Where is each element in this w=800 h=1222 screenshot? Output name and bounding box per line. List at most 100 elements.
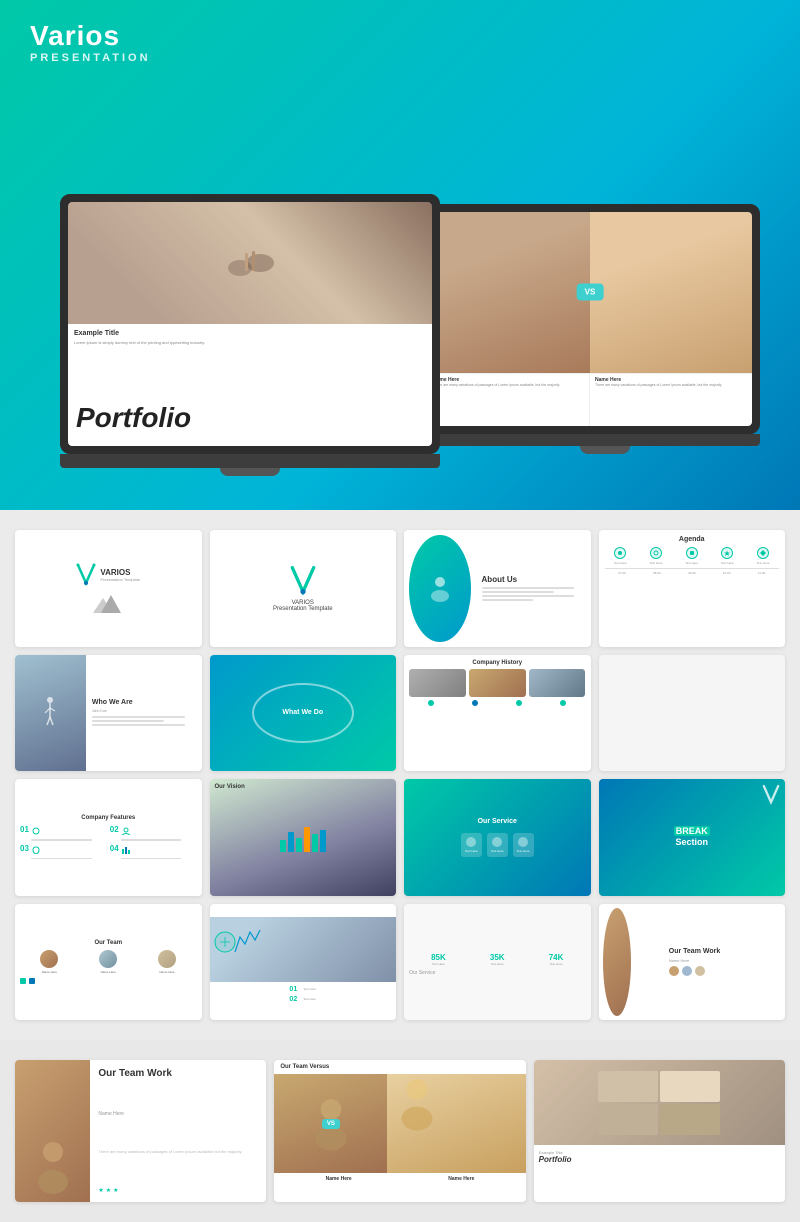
feat-lines-1 (31, 827, 107, 841)
star-icon-small (724, 550, 730, 556)
company-features-title: Company Features (20, 815, 197, 821)
man-face (428, 212, 590, 373)
portfolio-label: Portfolio (76, 402, 191, 434)
bottom-versus-card[interactable]: Our Team Versus VS Name Here Name Here (274, 1060, 525, 1201)
bottom-team-work-card[interactable]: Our Team Work Name Here There are many v… (15, 1060, 266, 1201)
who-author: John Doe (92, 709, 196, 713)
line-4 (482, 599, 533, 601)
star-1: ★ (98, 1187, 103, 1194)
avatar-2 (99, 950, 117, 968)
laptop-base-right (420, 434, 760, 446)
mission-content: 01 Text Here 02 Text Here (285, 982, 320, 1007)
mission-image (210, 917, 397, 981)
versus-person-left: VS (274, 1074, 387, 1173)
stat-num-3: 74K (549, 953, 564, 962)
feat-item-2: 02 (110, 825, 197, 841)
star-3: ★ (113, 1187, 118, 1194)
slide-varios-2[interactable]: VARIOS Presentation Template (210, 530, 397, 647)
location-icon (617, 550, 623, 556)
star-2: ★ (106, 1187, 111, 1194)
line-3 (482, 595, 575, 597)
thumbnail-grid: VARIOS Presentation Template VARIOS Pres… (0, 510, 800, 1040)
our-service-1-title: Our Service (478, 818, 517, 825)
service-icon-3 (518, 837, 528, 847)
agenda-item-5: Text Here (757, 547, 770, 565)
slide-break-section[interactable]: BREAKSection (599, 779, 786, 896)
brand-title: Varios (30, 20, 770, 52)
team-member-2: Name Here (99, 950, 117, 974)
break-v-logo (762, 784, 780, 808)
mission-item-1: 01 Text Here (289, 986, 316, 993)
service-icon-2 (492, 837, 502, 847)
hist-img-2 (469, 669, 526, 697)
slide-our-service-1[interactable]: Our Service Text Here Text Here Text Her… (404, 779, 591, 896)
bar-chart (280, 822, 326, 852)
mission-num-1: 01 (289, 986, 297, 993)
avatar-3 (158, 950, 176, 968)
woman-silhouette-icon (387, 1074, 447, 1134)
portfolio-title: Portfolio (539, 1155, 780, 1164)
portfolio-content: Example Title Portfolio (534, 1145, 785, 1169)
feat-item-1: 01 (20, 825, 107, 841)
feat-num-2: 02 (110, 825, 119, 834)
versus-title: Our Team Versus (274, 1060, 525, 1074)
company-history-title: Company History (409, 660, 586, 666)
location-icon-feat (31, 846, 41, 854)
hist-dot-2 (472, 700, 478, 706)
slide-our-team[interactable]: Our Team Name Here Name Here Name Here (15, 904, 202, 1021)
hist-img-1 (409, 669, 466, 697)
small-av-2 (682, 966, 692, 976)
chart-icon-feat (121, 846, 131, 854)
service-icons: Text Here Text Here Text Here (461, 833, 534, 857)
laptop-foot-left (220, 468, 280, 476)
break-section-title: BREAKSection (674, 826, 710, 849)
slide-about-us[interactable]: About Us (404, 530, 591, 647)
clock-icon (653, 550, 659, 556)
slide-our-service-2[interactable]: 85K Text Here 35K Text Here 74K Text Her… (404, 904, 591, 1021)
left-screen-content: Example Title Lorem Ipsum is simply dumm… (68, 324, 432, 446)
slide-who-we-are[interactable]: Who We Are John Doe (15, 655, 202, 772)
person-portrait-icon (33, 1137, 73, 1197)
port-cell-1 (598, 1071, 658, 1102)
mountain-icon (93, 593, 123, 613)
team-work-name: Name Here (669, 958, 780, 963)
portfolio-grid (596, 1069, 722, 1137)
stat-label-2: Text Here (491, 962, 504, 966)
v-icon-break (762, 784, 780, 806)
social-icon-1 (20, 978, 26, 984)
bar-3 (296, 838, 302, 852)
bottom-portfolio-card[interactable]: Example Title Portfolio (534, 1060, 785, 1201)
slide-what-we-do[interactable]: What We Do (210, 655, 397, 772)
slide-our-vision[interactable]: Our Vision (210, 779, 397, 896)
bottom-section: Our Team Work Name Here There are many v… (0, 1040, 800, 1221)
agenda-circle-3 (686, 547, 698, 559)
btm-stars: ★ ★ ★ (98, 1187, 258, 1194)
laptop-right: VS Name Here There are many variations o… (420, 204, 760, 434)
btm-team-work-name: Name Here (98, 1111, 258, 1117)
mission-items: 01 Text Here 02 Text Here (289, 986, 316, 1003)
team-work-right: Our Team Work Name Here (664, 904, 785, 1021)
slide-varios-1[interactable]: VARIOS Presentation Template (15, 530, 202, 647)
stat-label-3: Text Here (550, 962, 563, 966)
laptop-left: Example Title Lorem Ipsum is simply dumm… (60, 194, 440, 454)
our-team-work-title: Our Team Work (669, 948, 780, 955)
stat-85k: 85K Text Here (431, 953, 446, 966)
slide-our-team-work[interactable]: Our Team Work Name Here (599, 904, 786, 1021)
hist-dot-4 (560, 700, 566, 706)
feat-lines-2 (121, 827, 197, 841)
agenda-item-2: Text Here (650, 547, 663, 565)
slide-company-history[interactable]: Company History (404, 655, 591, 772)
stat-74k: 74K Text Here (549, 953, 564, 966)
btm-tw-content: Our Team Work Name Here There are many v… (90, 1060, 266, 1201)
bar-1 (280, 840, 286, 852)
agenda-item-3: Text Here (685, 547, 698, 565)
avatar-name-3: Name Here (159, 970, 174, 974)
feat-lines-3 (31, 846, 107, 860)
slide-our-mission[interactable]: 01 Text Here 02 Text Here (210, 904, 397, 1021)
versus-images: VS (274, 1074, 525, 1173)
slide-agenda[interactable]: Agenda Text Here Text Here Text Here (599, 530, 786, 647)
slide-company-features[interactable]: Company Features 01 02 03 (15, 779, 202, 896)
what-we-do-title: What We Do (282, 709, 323, 716)
port-cell-3 (598, 1104, 658, 1135)
agenda-item-1: Text Here (614, 547, 627, 565)
